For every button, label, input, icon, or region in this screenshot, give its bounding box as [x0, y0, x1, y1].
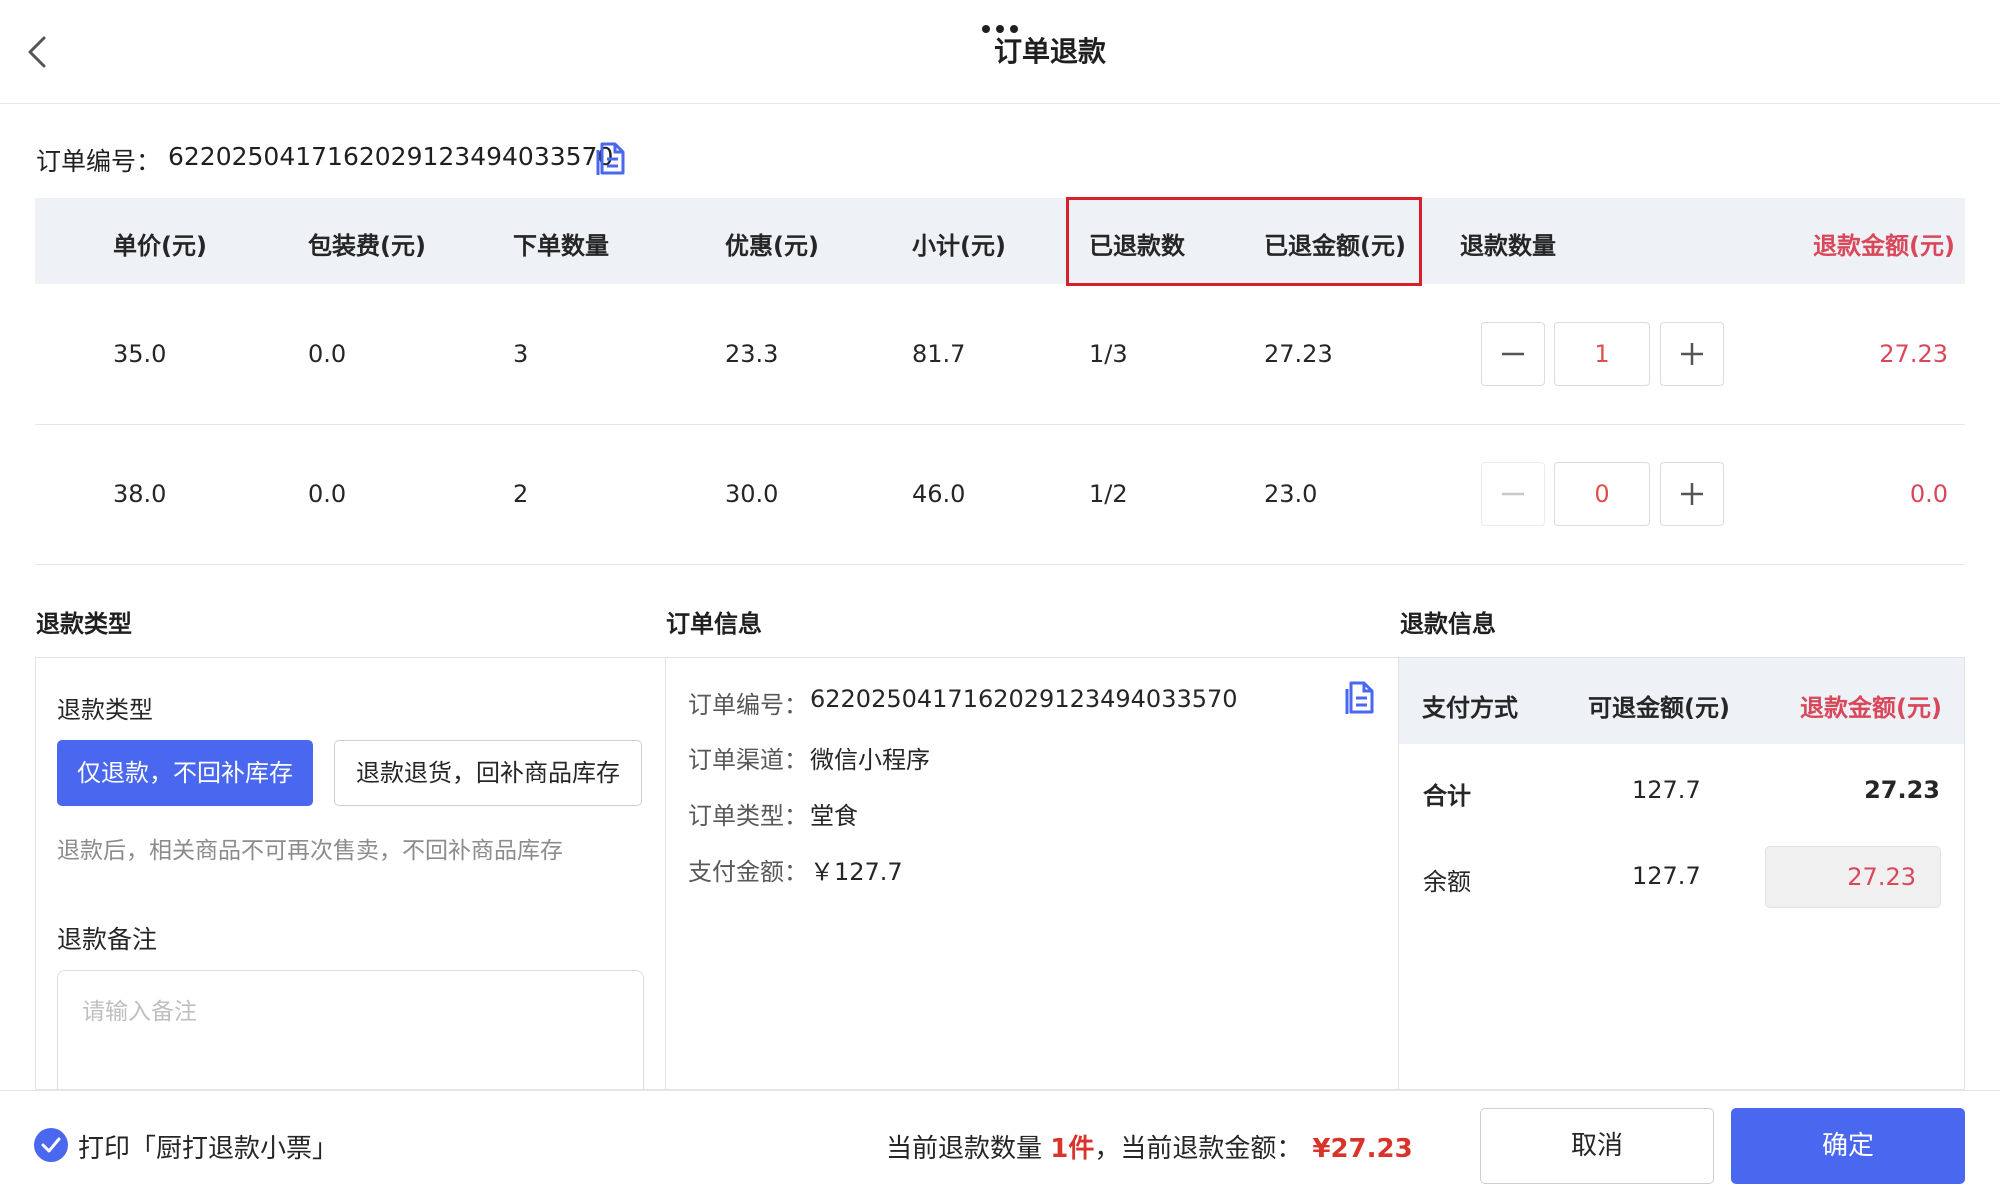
discount: 23.3 [725, 340, 779, 368]
minus-icon [1502, 352, 1524, 356]
copy-icon[interactable] [596, 142, 626, 176]
total-label: 合计 [1423, 782, 1471, 810]
summary-amount: ¥27.23 [1312, 1134, 1413, 1164]
plus-icon [1681, 343, 1703, 365]
check-icon [41, 1137, 61, 1153]
subtotal: 46.0 [912, 480, 966, 508]
cancel-button[interactable]: 取消 [1480, 1108, 1714, 1184]
increase-button[interactable] [1660, 322, 1724, 386]
info-channel-label: 订单渠道： [688, 746, 808, 774]
info-channel-value: 微信小程序 [810, 746, 930, 774]
increase-button[interactable] [1660, 462, 1724, 526]
section-title-order-info: 订单信息 [666, 610, 762, 638]
refund-amount: 27.23 [1879, 340, 1948, 368]
remark-input[interactable] [57, 970, 644, 1110]
total-refund: 27.23 [1864, 776, 1940, 804]
col-refundable: 可退金额(元) [1588, 694, 1730, 722]
summary-qty: 1件 [1050, 1134, 1095, 1164]
subtotal: 81.7 [912, 340, 966, 368]
unit-price: 38.0 [113, 480, 167, 508]
col-refund-qty: 退款数量 [1460, 232, 1556, 260]
refunded-qty: 1/2 [1089, 480, 1128, 508]
minus-icon [1502, 492, 1524, 496]
remark-label: 退款备注 [57, 925, 158, 954]
packing-fee: 0.0 [308, 340, 347, 368]
refunded-amount: 27.23 [1264, 340, 1333, 368]
order-number-label: 订单编号： [36, 147, 162, 176]
refunded-amount: 23.0 [1264, 480, 1318, 508]
print-label[interactable]: 打印「厨打退款小票」 [78, 1128, 338, 1165]
refund-qty-input[interactable]: 0 [1554, 462, 1650, 526]
info-type-value: 堂食 [810, 802, 858, 830]
refund-amount: 0.0 [1909, 480, 1948, 508]
refund-type-hint: 退款后，相关商品不可再次售卖，不回补商品库存 [57, 838, 563, 864]
col-packing-fee: 包装费(元) [308, 232, 426, 260]
refund-type-label: 退款类型 [57, 696, 153, 724]
col-pay-method: 支付方式 [1422, 694, 1518, 722]
section-title-refund-type: 退款类型 [36, 610, 132, 638]
balance-refundable: 127.7 [1632, 862, 1701, 890]
row-divider [35, 564, 1965, 565]
info-order-no-value: 6220250417162029123494033570 [810, 685, 1238, 713]
col-discount: 优惠(元) [725, 232, 819, 260]
col-subtotal: 小计(元) [912, 232, 1006, 260]
balance-label: 余额 [1423, 868, 1471, 896]
page-title: 订单退款 [993, 35, 1106, 68]
packing-fee: 0.0 [308, 480, 347, 508]
copy-icon[interactable] [1345, 681, 1375, 715]
order-qty: 2 [513, 480, 529, 508]
discount: 30.0 [725, 480, 779, 508]
row-divider [35, 424, 1965, 425]
plus-icon [1681, 483, 1703, 505]
info-type-label: 订单类型： [688, 802, 808, 830]
confirm-button[interactable]: 确定 [1731, 1108, 1965, 1184]
refund-summary: 当前退款数量 1件，当前退款金额： ¥27.23 [886, 1128, 1413, 1165]
col-refund: 退款金额(元) [1800, 694, 1942, 722]
refund-qty-input[interactable]: 1 [1554, 322, 1650, 386]
panel-divider [665, 657, 666, 1090]
order-number-value: 6220250417162029123494033570 [168, 142, 614, 171]
summary-middle: ，当前退款金额： [1094, 1134, 1303, 1164]
refund-return-button[interactable]: 退款退货，回补商品库存 [334, 740, 642, 806]
col-unit-price: 单价(元) [113, 232, 207, 260]
refund-only-button[interactable]: 仅退款，不回补库存 [57, 740, 313, 806]
decrease-button[interactable] [1481, 462, 1545, 526]
unit-price: 35.0 [113, 340, 167, 368]
col-refund-amount: 退款金额(元) [1813, 232, 1955, 260]
refunded-qty: 1/3 [1089, 340, 1128, 368]
back-arrow-icon[interactable] [22, 32, 54, 72]
info-paid-value: ￥127.7 [810, 858, 903, 886]
remark-placeholder: 请输入备注 [82, 999, 197, 1025]
info-paid-label: 支付金额： [688, 858, 808, 886]
total-refundable: 127.7 [1632, 776, 1701, 804]
decrease-button[interactable] [1481, 322, 1545, 386]
info-order-no-label: 订单编号： [688, 691, 808, 719]
highlight-box [1066, 197, 1422, 286]
balance-refund-input[interactable]: 27.23 [1765, 846, 1941, 908]
order-qty: 3 [513, 340, 529, 368]
col-order-qty: 下单数量 [513, 232, 609, 260]
summary-prefix: 当前退款数量 [886, 1134, 1051, 1164]
section-title-refund-info: 退款信息 [1400, 610, 1496, 638]
print-checkbox[interactable] [34, 1128, 68, 1162]
